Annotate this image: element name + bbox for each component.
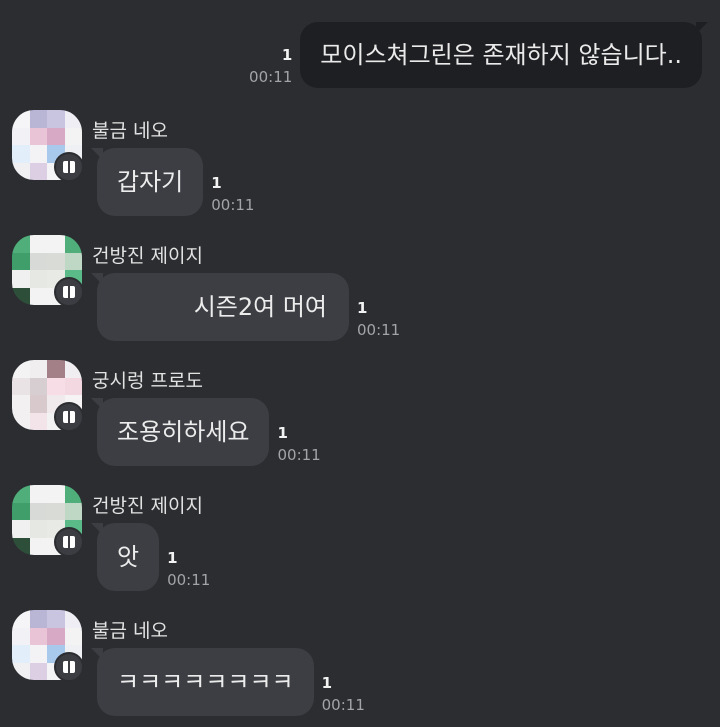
message-bubble[interactable]: 조용히하세요 <box>90 398 270 466</box>
message-bubble[interactable]: ㅋㅋㅋㅋㅋㅋㅋㅋ <box>91 648 314 716</box>
avatar-pixel <box>47 235 65 253</box>
unread-count: 1 <box>357 299 368 317</box>
avatar-pixel <box>12 127 30 145</box>
message-bubble[interactable]: 시즌2여 머여 <box>91 273 349 341</box>
avatar-pixel <box>12 412 30 430</box>
avatar-pixel <box>47 627 65 645</box>
avatar-pixel <box>12 502 30 520</box>
avatar-pixel <box>64 235 82 253</box>
avatar-pixel <box>29 485 47 503</box>
message-time: 00:11 <box>211 196 255 214</box>
avatar-pixel <box>47 502 65 520</box>
sender-name[interactable]: 건방진 제이지 <box>92 491 203 518</box>
avatar-pixel <box>47 252 65 270</box>
avatar-pixel <box>12 270 30 288</box>
avatar-pixel <box>12 110 30 128</box>
avatar-pixel <box>12 360 30 378</box>
message-meta: 1 00:11 <box>167 549 210 591</box>
unread-count: 1 <box>167 549 178 567</box>
avatar-pixel <box>64 127 82 145</box>
avatar-pixel <box>12 377 30 395</box>
avatar-pixel <box>29 662 47 680</box>
outgoing-message: 모이스쳐그린은 존재하지 않습니다.. 1 00:11 <box>249 22 708 88</box>
avatar-pixel <box>29 537 47 555</box>
message-meta: 1 00:11 <box>322 674 365 716</box>
message-bubble[interactable]: 갑자기 <box>90 148 204 216</box>
chat-badge-icon <box>54 527 84 557</box>
chat-badge-icon <box>54 277 84 307</box>
sender-name[interactable]: 불금 네오 <box>92 116 168 143</box>
chat-badge-icon <box>54 652 84 682</box>
avatar-pixel <box>12 627 30 645</box>
avatar-pixel <box>64 502 82 520</box>
avatar-pixel <box>12 645 30 663</box>
avatar-pixel <box>47 610 65 628</box>
sender-name[interactable]: 불금 네오 <box>92 616 168 643</box>
sender-name[interactable]: 궁시렁 프로도 <box>92 366 203 393</box>
avatar-pixel <box>29 287 47 305</box>
avatar-pixel <box>29 127 47 145</box>
avatar-pixel <box>29 502 47 520</box>
avatar-pixel <box>29 520 47 538</box>
avatar-pixel <box>12 145 30 163</box>
avatar-pixel <box>64 360 82 378</box>
avatar-pixel <box>29 627 47 645</box>
avatar-pixel <box>29 395 47 413</box>
unread-count: 1 <box>277 424 288 442</box>
avatar-pixel <box>47 110 65 128</box>
avatar-pixel <box>64 110 82 128</box>
avatar-pixel <box>29 645 47 663</box>
message-meta: 1 00:11 <box>249 46 292 88</box>
avatar-pixel <box>12 520 30 538</box>
avatar-pixel <box>29 377 47 395</box>
avatar-pixel <box>29 145 47 163</box>
avatar-pixel <box>12 662 30 680</box>
avatar-pixel <box>29 110 47 128</box>
unread-count: 1 <box>321 674 333 692</box>
message-time: 00:11 <box>321 696 365 714</box>
avatar-pixel <box>29 360 47 378</box>
chat-room[interactable]: 모이스쳐그린은 존재하지 않습니다.. 1 00:11 불금 네오 갑자기 1 … <box>0 0 720 727</box>
avatar-pixel <box>12 537 30 555</box>
avatar-pixel <box>29 162 47 180</box>
unread-count: 1 <box>211 174 222 192</box>
unread-count: 1 <box>281 46 293 64</box>
sender-name[interactable]: 건방진 제이지 <box>92 241 203 268</box>
avatar-pixel <box>47 377 65 395</box>
avatar-pixel <box>12 395 30 413</box>
message-meta: 1 00:11 <box>357 299 400 341</box>
message-bubble[interactable]: 모이스쳐그린은 존재하지 않습니다.. <box>300 22 708 88</box>
avatar-pixel <box>29 235 47 253</box>
avatar-pixel <box>47 127 65 145</box>
chat-badge-icon <box>54 402 84 432</box>
message-time: 00:11 <box>357 321 401 339</box>
avatar-pixel <box>64 485 82 503</box>
avatar-pixel <box>64 627 82 645</box>
avatar-pixel <box>64 252 82 270</box>
avatar-pixel <box>64 610 82 628</box>
avatar-pixel <box>12 235 30 253</box>
message-meta: 1 00:11 <box>277 424 320 466</box>
avatar-pixel <box>47 485 65 503</box>
message-time: 00:11 <box>249 68 293 86</box>
avatar-pixel <box>12 610 30 628</box>
message-time: 00:11 <box>167 571 211 589</box>
avatar-pixel <box>12 252 30 270</box>
message-time: 00:11 <box>277 446 321 464</box>
avatar-pixel <box>29 270 47 288</box>
avatar-pixel <box>12 485 30 503</box>
avatar-pixel <box>12 287 30 305</box>
avatar-pixel <box>29 252 47 270</box>
avatar-pixel <box>64 377 82 395</box>
message-meta: 1 00:11 <box>211 174 254 216</box>
message-bubble[interactable]: 앗 <box>90 523 160 591</box>
avatar-pixel <box>12 162 30 180</box>
avatar-pixel <box>47 360 65 378</box>
chat-badge-icon <box>54 152 84 182</box>
avatar-pixel <box>29 610 47 628</box>
avatar-pixel <box>29 412 47 430</box>
